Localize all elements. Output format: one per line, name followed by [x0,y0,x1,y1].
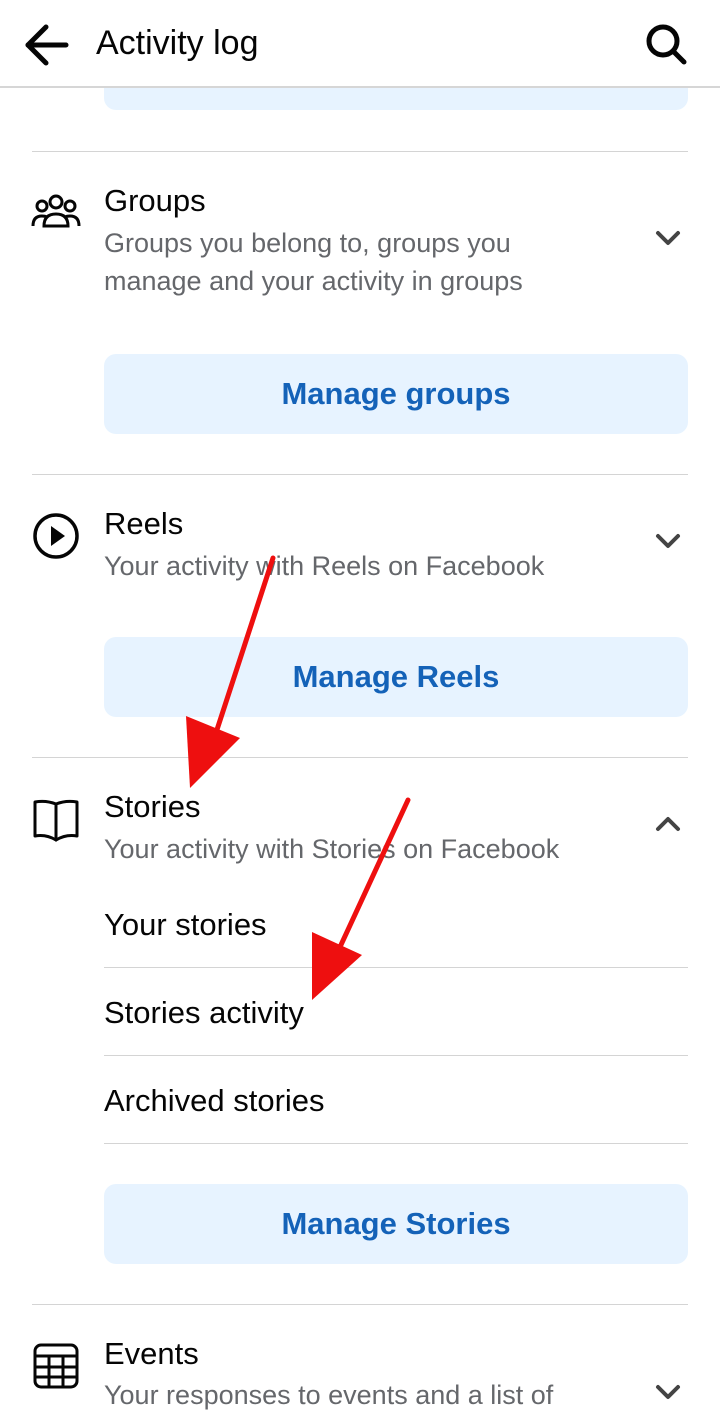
divider [32,757,688,758]
groups-title: Groups [104,183,206,218]
divider [32,1304,688,1305]
activity-log-list: Groups Groups you belong to, groups you … [0,0,720,1410]
events-subtitle: Your responses to events and a list of [104,1380,554,1410]
archived-stories-item[interactable]: Archived stories [104,1083,325,1119]
divider [32,151,688,152]
chevron-up-icon[interactable] [652,808,684,840]
manage-stories-button[interactable]: Manage Stories [104,1184,688,1264]
stories-activity-item[interactable]: Stories activity [104,995,304,1031]
manage-reels-button[interactable]: Manage Reels [104,637,688,717]
people-group-icon [31,194,81,228]
reels-subtitle: Your activity with Reels on Facebook [104,551,545,581]
stories-subtitle: Your activity with Stories on Facebook [104,834,560,864]
events-title: Events [104,1336,199,1371]
divider [104,1055,688,1056]
chevron-down-icon[interactable] [652,1376,684,1408]
manage-groups-button[interactable]: Manage groups [104,354,688,434]
open-book-icon [33,799,79,842]
arrow-left-icon[interactable] [22,22,72,68]
app-bar: Activity log [0,0,720,88]
reels-title: Reels [104,506,184,541]
groups-subtitle: Groups you belong to, groups you manage … [104,228,523,296]
calendar-icon [33,1343,79,1389]
divider [104,967,688,968]
stories-title: Stories [104,789,201,824]
divider [104,1143,688,1144]
play-circle-icon [33,513,79,559]
your-stories-item[interactable]: Your stories [104,907,267,943]
chevron-down-icon[interactable] [652,222,684,254]
chevron-down-icon[interactable] [652,525,684,557]
search-icon[interactable] [640,20,694,70]
divider [32,474,688,475]
page-title: Activity log [96,24,259,62]
